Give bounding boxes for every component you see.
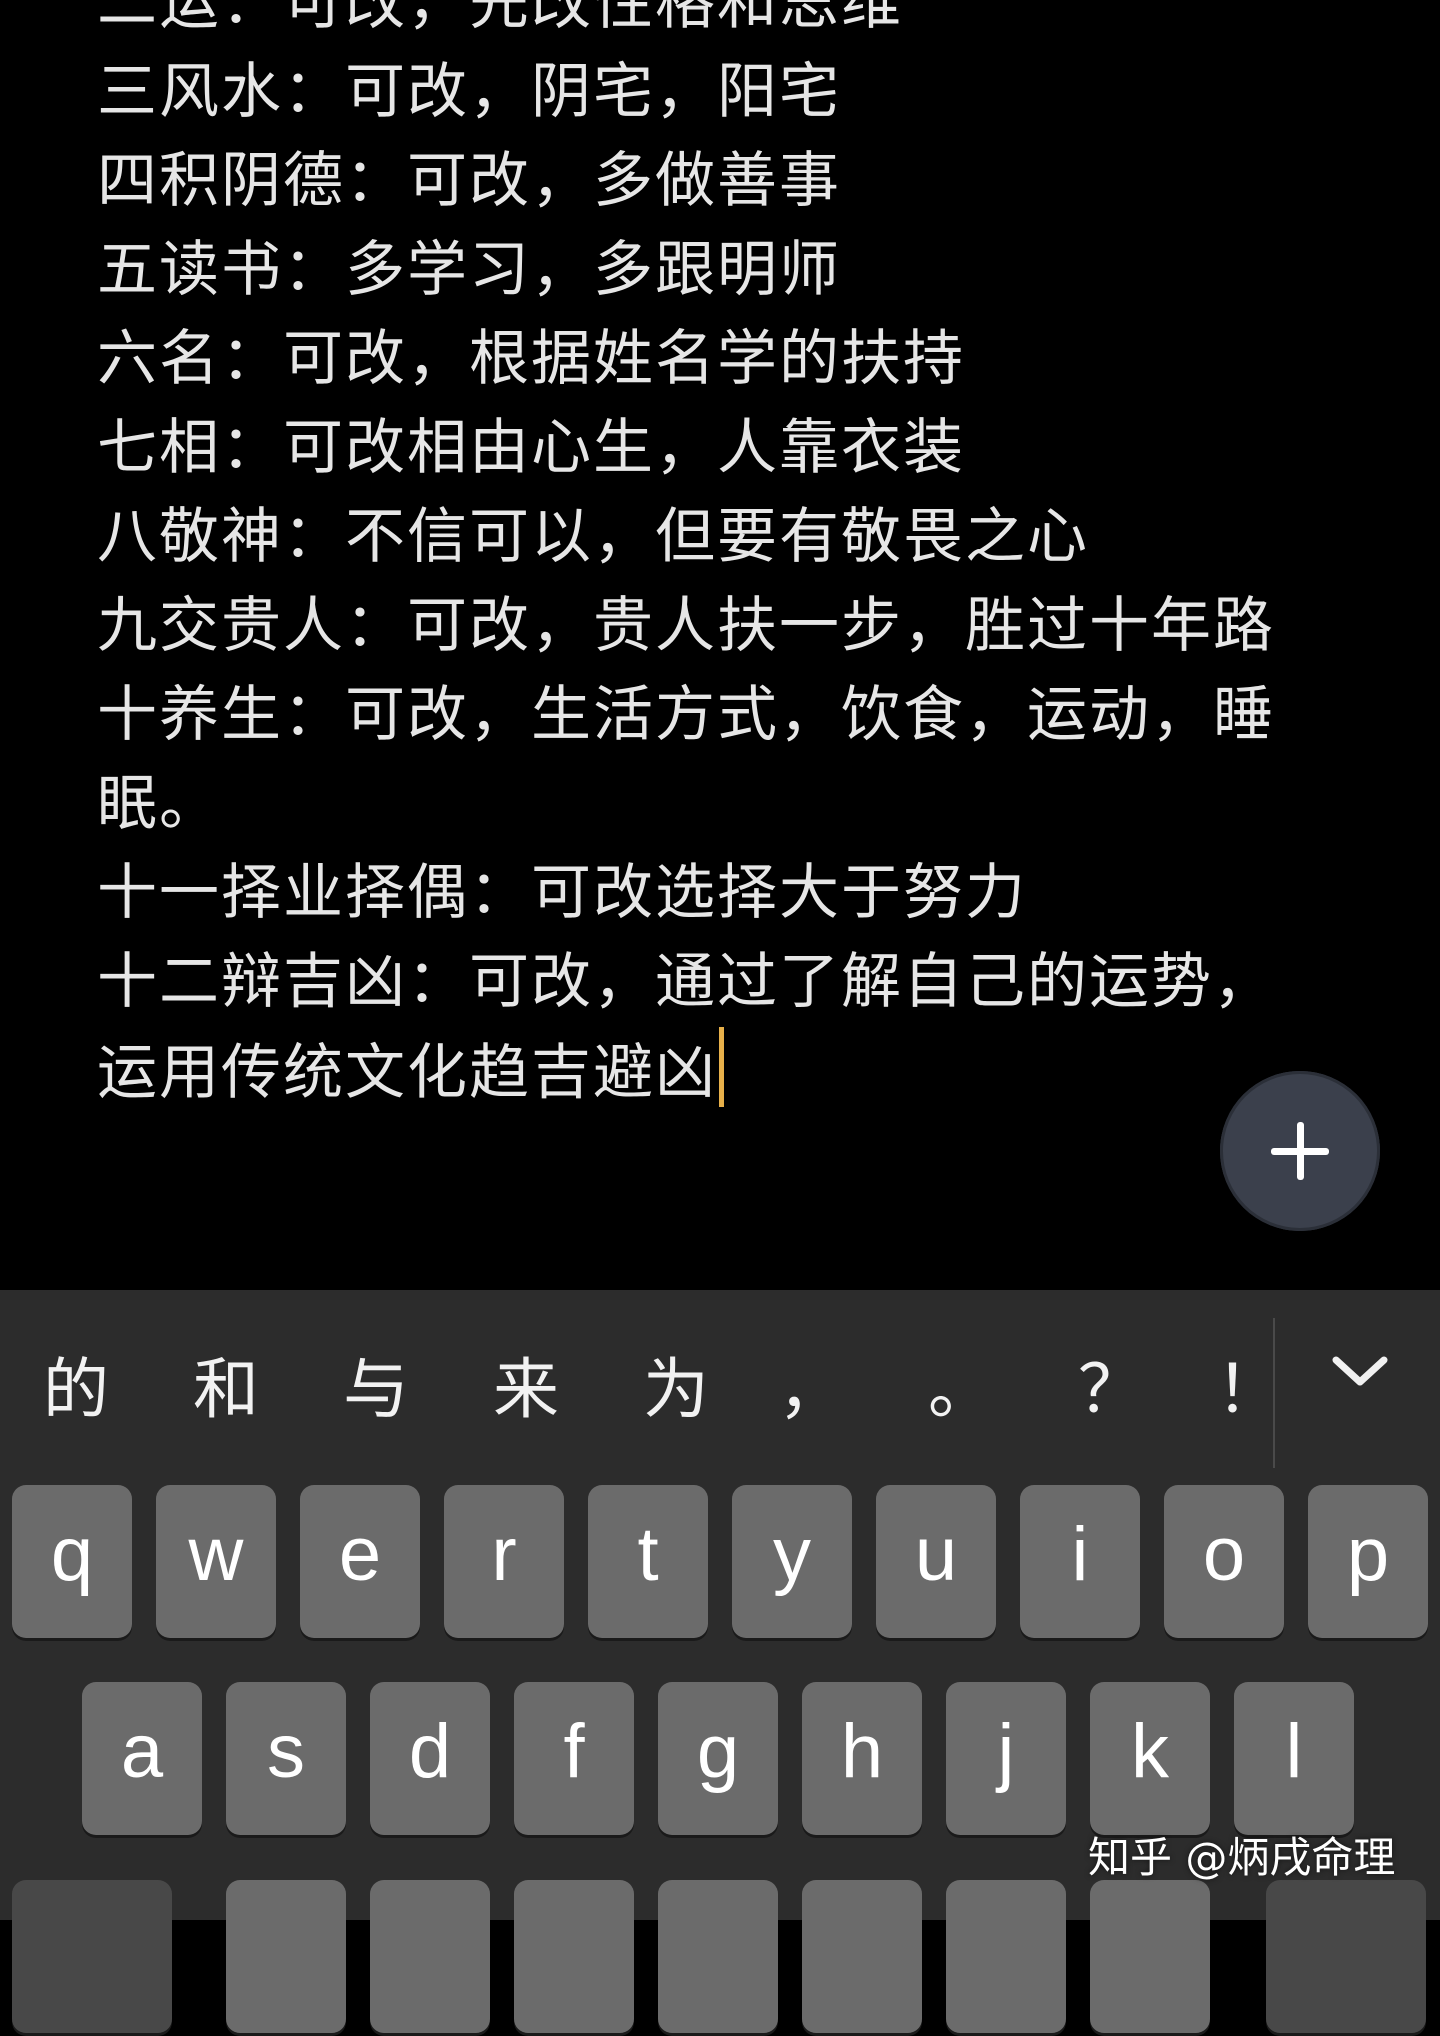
key-y[interactable]: y bbox=[732, 1485, 852, 1638]
key-c[interactable] bbox=[514, 1880, 634, 2033]
candidate-item[interactable]: 。 bbox=[916, 1350, 1006, 1430]
key-q[interactable]: q bbox=[12, 1485, 132, 1638]
key-h[interactable]: h bbox=[802, 1682, 922, 1835]
key-l[interactable]: l bbox=[1234, 1682, 1354, 1835]
note-line: 五读书：多学习，多跟明师 bbox=[97, 235, 841, 305]
note-line: 六名：可改，根据姓名学的扶持 bbox=[97, 324, 965, 394]
note-editor[interactable]: 二运：可改，先改性格和思维 三风水：可改，阴宅，阳宅 四积阴德：可改，多做善事 … bbox=[0, 0, 1440, 1290]
candidate-divider bbox=[1273, 1318, 1275, 1468]
key-b[interactable] bbox=[802, 1880, 922, 2033]
collapse-keyboard-button[interactable] bbox=[1310, 1320, 1410, 1420]
candidate-item[interactable]: 的 bbox=[31, 1350, 121, 1430]
key-u[interactable]: u bbox=[876, 1485, 996, 1638]
keyboard: 的 和 与 来 为 ， 。 ？ ！ q w e r t y u i o p a … bbox=[0, 1290, 1440, 2033]
key-row-3 bbox=[0, 1880, 1440, 2036]
note-line: 七相：可改相由心生，人靠衣装 bbox=[97, 413, 965, 483]
text-caret bbox=[719, 1027, 724, 1107]
key-z[interactable] bbox=[226, 1880, 346, 2033]
key-t[interactable]: t bbox=[588, 1485, 708, 1638]
key-e[interactable]: e bbox=[300, 1485, 420, 1638]
note-line: 十二辩吉凶：可改，通过了解自己的运势， bbox=[97, 947, 1275, 1017]
key-i[interactable]: i bbox=[1020, 1485, 1140, 1638]
plus-icon-stem bbox=[1297, 1122, 1304, 1180]
note-line-last: 运用传统文化趋吉避凶 bbox=[97, 1027, 1347, 1116]
candidate-item[interactable]: ！ bbox=[1216, 1350, 1282, 1430]
add-button[interactable] bbox=[1220, 1071, 1380, 1231]
note-line: 十养生：可改，生活方式，饮食，运动，睡 bbox=[97, 680, 1275, 750]
note-line: 九交贵人：可改，贵人扶一步，胜过十年路 bbox=[97, 591, 1275, 661]
key-g[interactable]: g bbox=[658, 1682, 778, 1835]
note-text-area[interactable]: 二运：可改，先改性格和思维 三风水：可改，阴宅，阳宅 四积阴德：可改，多做善事 … bbox=[97, 0, 1347, 1116]
key-o[interactable]: o bbox=[1164, 1485, 1284, 1638]
key-row-1: q w e r t y u i o p bbox=[0, 1485, 1440, 1641]
candidate-bar: 的 和 与 来 为 ， 。 ？ ！ bbox=[0, 1290, 1440, 1480]
key-v[interactable] bbox=[658, 1880, 778, 2033]
key-m[interactable] bbox=[1090, 1880, 1210, 2033]
chevron-down-icon bbox=[1332, 1356, 1388, 1386]
backspace-key[interactable] bbox=[1266, 1880, 1426, 2033]
candidate-item[interactable]: 为 bbox=[631, 1350, 721, 1430]
shift-key[interactable] bbox=[12, 1880, 172, 2033]
key-x[interactable] bbox=[370, 1880, 490, 2033]
note-line: 二运：可改，先改性格和思维 bbox=[97, 0, 903, 38]
note-line-text: 运用传统文化趋吉避凶 bbox=[97, 1038, 717, 1108]
watermark: 知乎 @炳戌命理 bbox=[1088, 1833, 1396, 1882]
candidate-item[interactable]: 来 bbox=[481, 1350, 571, 1430]
key-n[interactable] bbox=[946, 1880, 1066, 2033]
candidate-item[interactable]: ？ bbox=[1066, 1350, 1156, 1430]
key-s[interactable]: s bbox=[226, 1682, 346, 1835]
key-a[interactable]: a bbox=[82, 1682, 202, 1835]
key-k[interactable]: k bbox=[1090, 1682, 1210, 1835]
key-p[interactable]: p bbox=[1308, 1485, 1428, 1638]
note-line: 十一择业择偶：可改选择大于努力 bbox=[97, 858, 1027, 928]
note-line: 三风水：可改，阴宅，阳宅 bbox=[97, 57, 841, 127]
candidate-item[interactable]: 和 bbox=[181, 1350, 271, 1430]
key-r[interactable]: r bbox=[444, 1485, 564, 1638]
candidate-item[interactable]: 与 bbox=[331, 1350, 421, 1430]
key-row-2: a s d f g h j k l bbox=[0, 1682, 1440, 1838]
key-f[interactable]: f bbox=[514, 1682, 634, 1835]
key-j[interactable]: j bbox=[946, 1682, 1066, 1835]
note-line: 四积阴德：可改，多做善事 bbox=[97, 146, 841, 216]
candidate-item[interactable]: ， bbox=[766, 1350, 856, 1430]
key-w[interactable]: w bbox=[156, 1485, 276, 1638]
key-d[interactable]: d bbox=[370, 1682, 490, 1835]
note-line: 八敬神：不信可以，但要有敬畏之心 bbox=[97, 502, 1089, 572]
note-line: 眠。 bbox=[97, 769, 221, 839]
